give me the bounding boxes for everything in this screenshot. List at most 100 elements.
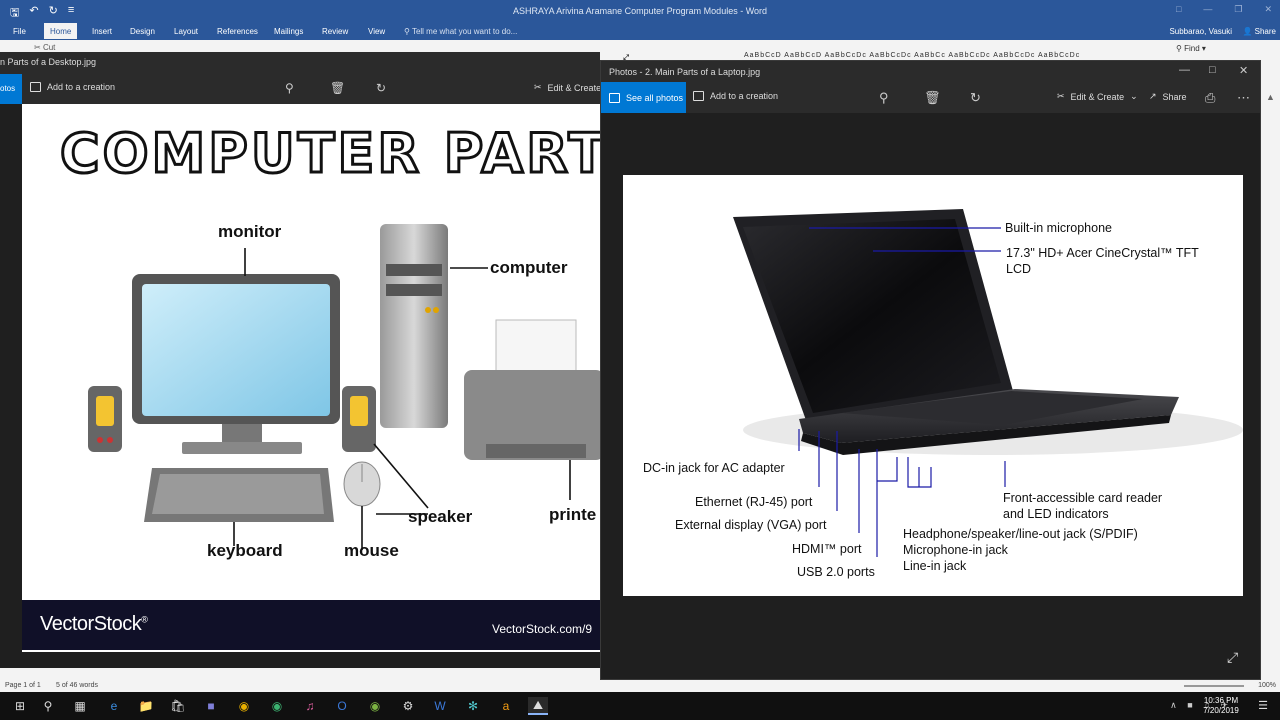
right-speaker-illustration bbox=[342, 386, 376, 452]
vectorstock-brand-mark: ® bbox=[141, 614, 148, 625]
notification-icon[interactable]: ☰ bbox=[1258, 699, 1268, 712]
tab-insert[interactable]: Insert bbox=[92, 27, 112, 36]
more-icon[interactable]: ⋯ bbox=[1237, 90, 1250, 106]
word-icon[interactable]: W bbox=[430, 697, 450, 715]
tab-file[interactable]: File bbox=[13, 27, 26, 36]
photos1-add-label: Add to a creation bbox=[47, 82, 116, 92]
tab-review[interactable]: Review bbox=[322, 27, 348, 36]
mouse-illustration bbox=[343, 461, 381, 507]
photos1-title: n Parts of a Desktop.jpg bbox=[0, 57, 97, 67]
minimize-icon[interactable]: — bbox=[1179, 64, 1190, 76]
tab-home[interactable]: Home bbox=[44, 23, 78, 39]
photos-gallery-icon bbox=[609, 92, 620, 103]
monitor-illustration bbox=[132, 274, 340, 454]
photos2-title-bar: Photos - 2. Main Parts of a Laptop.jpg —… bbox=[601, 61, 1260, 82]
tab-references[interactable]: References bbox=[217, 27, 258, 36]
callout-usb-2 bbox=[877, 457, 898, 482]
minimize-icon[interactable]: — bbox=[1203, 4, 1212, 15]
cut-button[interactable]: ✂ Cut bbox=[34, 43, 55, 52]
photos2-add-to-creation-button[interactable]: Add to a creation bbox=[693, 91, 778, 101]
zoom-level[interactable]: 100% bbox=[1258, 682, 1276, 689]
close-icon[interactable]: ✕ bbox=[1239, 64, 1248, 77]
amazon-icon[interactable]: a bbox=[496, 697, 516, 715]
zoom-icon[interactable]: ⚲ bbox=[879, 90, 889, 106]
print-icon[interactable]: ⎙ bbox=[1205, 90, 1215, 106]
word-window-controls: □ — ❐ ✕ bbox=[1176, 4, 1272, 15]
word-ribbon-tabs: File Home Insert Design Layout Reference… bbox=[0, 23, 1280, 40]
share-icon: ↗ bbox=[1149, 91, 1157, 101]
vectorstock-brand: VectorStock bbox=[40, 613, 142, 635]
zoom-icon[interactable]: ⚲ bbox=[285, 81, 294, 95]
app-icon-4[interactable]: ✻ bbox=[463, 697, 483, 715]
edit-create-icon: ✂ bbox=[1057, 91, 1065, 101]
maximize-icon[interactable]: □ bbox=[1209, 64, 1216, 76]
word-share-button[interactable]: 👤 Share bbox=[1242, 27, 1276, 36]
tab-view[interactable]: View bbox=[368, 27, 385, 36]
settings-gear-icon[interactable]: ⚙ bbox=[398, 697, 418, 715]
itunes-icon[interactable]: ♫ bbox=[300, 697, 320, 715]
zoom-slider[interactable] bbox=[1184, 685, 1244, 687]
photos2-see-all-button[interactable]: See all photos bbox=[601, 82, 686, 113]
start-icon[interactable]: ⊞ bbox=[10, 697, 30, 715]
photos1-add-to-creation-button[interactable]: Add to a creation bbox=[30, 82, 115, 92]
styles-gallery[interactable]: AaBbCcD AaBbCcD AaBbCcDc AaBbCcDc AaBbCc… bbox=[744, 52, 1080, 59]
label-monitor: monitor bbox=[218, 222, 282, 241]
rotate-icon[interactable]: ↻ bbox=[376, 81, 386, 95]
tell-me-text: Tell me what you want to do... bbox=[411, 27, 518, 36]
close-icon[interactable]: ✕ bbox=[1264, 4, 1272, 15]
photos2-share-label: Share bbox=[1162, 91, 1187, 102]
tell-me-search[interactable]: ⚲ Tell me what you want to do... bbox=[404, 27, 517, 36]
caption-microphone: Built-in microphone bbox=[1005, 221, 1112, 235]
status-words[interactable]: 5 of 46 words bbox=[56, 682, 98, 689]
tab-design[interactable]: Design bbox=[130, 27, 155, 36]
caption-ethernet: Ethernet (RJ-45) port bbox=[695, 495, 813, 509]
restore-icon[interactable]: ❐ bbox=[1234, 4, 1242, 15]
taskbar-clock[interactable]: 10:36 PM 7/20/2019 bbox=[1200, 696, 1242, 716]
add-creation-icon bbox=[30, 82, 41, 92]
photos2-edit-create-button[interactable]: ✂ Edit & Create ⌄ bbox=[1057, 91, 1138, 102]
photos2-share-button[interactable]: ↗ Share bbox=[1149, 91, 1187, 102]
store-icon[interactable]: 🛍 bbox=[168, 697, 188, 715]
caption-vga: External display (VGA) port bbox=[675, 518, 827, 532]
photos-app-icon[interactable]: ⛰ bbox=[528, 697, 548, 715]
outlook-icon[interactable]: O bbox=[332, 697, 352, 715]
edge-icon[interactable]: e bbox=[104, 697, 124, 715]
delete-icon[interactable]: 🗑 bbox=[924, 90, 941, 106]
ribbon-display-icon[interactable]: □ bbox=[1176, 4, 1181, 15]
caption-lcd-1: 17.3" HD+ Acer CineCrystal™ TFT bbox=[1006, 246, 1199, 260]
app-icon-1[interactable]: ■ bbox=[201, 697, 221, 715]
photos2-add-label: Add to a creation bbox=[710, 91, 779, 101]
caption-lcd-2: LCD bbox=[1006, 262, 1032, 276]
cut-label: Cut bbox=[42, 43, 56, 52]
fullscreen-icon[interactable]: ⤢ bbox=[1227, 649, 1238, 666]
app-icon-2[interactable]: ◉ bbox=[267, 697, 287, 715]
scroll-up-icon[interactable]: ▲ bbox=[1266, 92, 1275, 102]
laptop-screen bbox=[743, 219, 1001, 413]
tab-mailings[interactable]: Mailings bbox=[274, 27, 303, 36]
user-name[interactable]: Subbarao, Vasuki bbox=[1169, 27, 1232, 36]
photos2-edit-label: Edit & Create bbox=[1070, 91, 1125, 102]
word-share-label: Share bbox=[1254, 27, 1276, 36]
chrome-icon[interactable]: ◉ bbox=[234, 697, 254, 715]
label-mouse: mouse bbox=[344, 541, 399, 560]
keyboard-illustration bbox=[144, 468, 334, 522]
caption-usb: USB 2.0 ports bbox=[797, 565, 875, 579]
search-icon[interactable]: ⚲ bbox=[38, 697, 58, 715]
photos-window-laptop: Photos - 2. Main Parts of a Laptop.jpg —… bbox=[600, 60, 1261, 680]
add-creation-icon bbox=[693, 91, 704, 101]
caption-headphone: Headphone/speaker/line-out jack (S/PDIF) bbox=[903, 527, 1138, 541]
left-speaker-illustration bbox=[88, 386, 122, 452]
find-button[interactable]: ⚲ Find ▾ bbox=[1176, 44, 1206, 53]
find-label: Find bbox=[1184, 44, 1200, 53]
task-view-icon[interactable]: ▦ bbox=[70, 697, 90, 715]
tab-layout[interactable]: Layout bbox=[174, 27, 198, 36]
app-icon-3[interactable]: ◉ bbox=[365, 697, 385, 715]
speaker-leader-line-1 bbox=[373, 443, 429, 509]
delete-icon[interactable]: 🗑 bbox=[330, 81, 345, 95]
desktop-parts-image: COMPUTER PARTS monitor computer speaker … bbox=[22, 104, 600, 652]
rotate-icon[interactable]: ↻ bbox=[970, 90, 981, 106]
photos1-edit-create-button[interactable]: ✂ Edit & Create bbox=[534, 82, 601, 93]
photos1-title-bar: n Parts of a Desktop.jpg bbox=[0, 52, 600, 74]
photos1-see-all-button[interactable]: otos bbox=[0, 74, 22, 104]
file-explorer-icon[interactable]: 📁 bbox=[136, 697, 156, 715]
